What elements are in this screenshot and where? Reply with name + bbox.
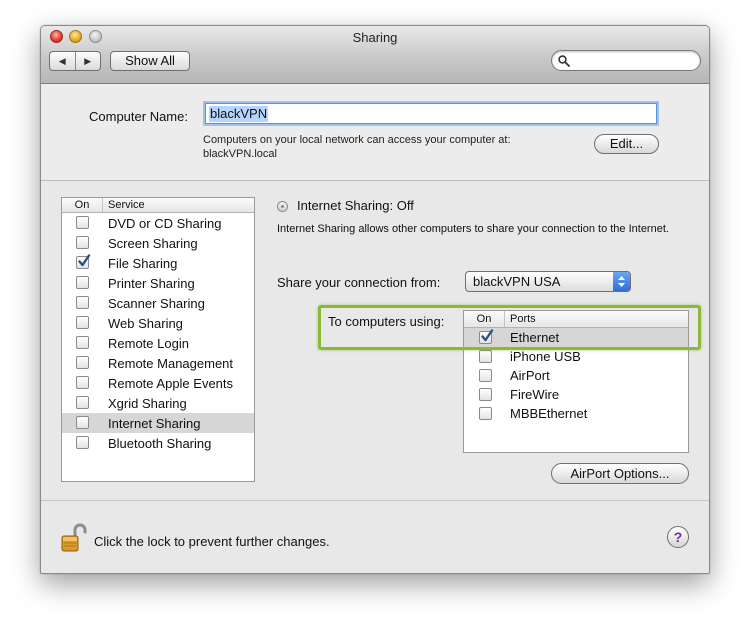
service-row[interactable]: File Sharing bbox=[62, 253, 254, 273]
port-label: AirPort bbox=[510, 368, 550, 383]
service-row[interactable]: Remote Apple Events bbox=[62, 373, 254, 393]
status-indicator-icon bbox=[277, 201, 288, 212]
service-row[interactable]: Remote Login bbox=[62, 333, 254, 353]
service-label: Internet Sharing bbox=[108, 416, 201, 431]
service-checkbox[interactable] bbox=[76, 376, 89, 389]
service-checkbox[interactable] bbox=[76, 236, 89, 249]
port-row[interactable]: FireWire bbox=[464, 385, 688, 404]
service-label: Remote Apple Events bbox=[108, 376, 234, 391]
service-checkbox[interactable] bbox=[76, 416, 89, 429]
forward-arrow-icon[interactable]: ▶ bbox=[76, 52, 101, 70]
titlebar: Sharing ◀ ▶ Show All bbox=[41, 26, 709, 84]
edit-button[interactable]: Edit... bbox=[594, 134, 659, 154]
service-label: Screen Sharing bbox=[108, 236, 198, 251]
header-service[interactable]: Service bbox=[108, 198, 145, 212]
back-forward-control: ◀ ▶ bbox=[49, 51, 101, 71]
service-list: On Service DVD or CD Sharing Screen Shari… bbox=[61, 197, 255, 482]
port-checkbox[interactable] bbox=[479, 350, 492, 363]
computer-name-value: blackVPN bbox=[209, 106, 269, 122]
share-from-value: blackVPN USA bbox=[473, 274, 561, 289]
port-label: FireWire bbox=[510, 387, 560, 402]
service-row[interactable]: Xgrid Sharing bbox=[62, 393, 254, 413]
computer-name-label: Computer Name: bbox=[89, 109, 188, 124]
computer-name-section: Computer Name: blackVPN Computers on you… bbox=[41, 84, 709, 181]
footer-divider bbox=[41, 500, 709, 501]
service-row[interactable]: Bluetooth Sharing bbox=[62, 433, 254, 453]
computer-name-description: Computers on your local network can acce… bbox=[203, 133, 563, 161]
computer-name-description-line1: Computers on your local network can acce… bbox=[203, 134, 511, 146]
service-label: Remote Login bbox=[108, 336, 189, 351]
port-label: iPhone USB bbox=[510, 349, 581, 364]
port-checkbox[interactable] bbox=[479, 369, 492, 382]
share-from-popup[interactable]: blackVPN USA bbox=[465, 271, 631, 292]
lock-icon[interactable] bbox=[60, 523, 88, 556]
service-checkbox[interactable] bbox=[76, 396, 89, 409]
service-checkbox[interactable] bbox=[76, 316, 89, 329]
service-checkbox[interactable] bbox=[76, 436, 89, 449]
service-label: File Sharing bbox=[108, 256, 178, 271]
port-label: MBBEthernet bbox=[510, 406, 588, 421]
internet-sharing-description: Internet Sharing allows other computers … bbox=[277, 223, 669, 235]
service-label: Scanner Sharing bbox=[108, 296, 205, 311]
back-arrow-icon[interactable]: ◀ bbox=[50, 52, 76, 70]
service-checkbox[interactable] bbox=[76, 336, 89, 349]
port-row[interactable]: MBBEthernet bbox=[464, 404, 688, 423]
service-label: Xgrid Sharing bbox=[108, 396, 187, 411]
service-checkbox[interactable] bbox=[76, 216, 89, 229]
service-checkbox[interactable] bbox=[76, 276, 89, 289]
search-input[interactable] bbox=[551, 50, 701, 71]
service-row[interactable]: Remote Management bbox=[62, 353, 254, 373]
to-computers-using-label: To computers using: bbox=[328, 314, 445, 329]
search-icon bbox=[558, 55, 570, 67]
service-row[interactable]: Screen Sharing bbox=[62, 233, 254, 253]
popup-arrows-icon bbox=[613, 272, 630, 291]
help-button[interactable]: ? bbox=[667, 526, 689, 548]
sharing-window: Sharing ◀ ▶ Show All Computer Name: blac… bbox=[40, 25, 710, 574]
service-checkbox[interactable] bbox=[76, 356, 89, 369]
port-row[interactable]: AirPort bbox=[464, 366, 688, 385]
service-row[interactable]: Scanner Sharing bbox=[62, 293, 254, 313]
service-row[interactable]: Printer Sharing bbox=[62, 273, 254, 293]
service-label: Web Sharing bbox=[108, 316, 183, 331]
lock-message: Click the lock to prevent further change… bbox=[94, 534, 330, 549]
service-label: Bluetooth Sharing bbox=[108, 436, 212, 451]
checkmark-icon bbox=[78, 254, 91, 267]
airport-options-button[interactable]: AirPort Options... bbox=[551, 463, 689, 484]
service-label: DVD or CD Sharing bbox=[108, 216, 222, 231]
service-checkbox[interactable] bbox=[76, 254, 91, 269]
service-row[interactable]: DVD or CD Sharing bbox=[62, 213, 254, 233]
computer-name-field[interactable]: blackVPN bbox=[205, 103, 657, 124]
internet-sharing-status: Internet Sharing: Off bbox=[297, 198, 414, 213]
local-hostname: blackVPN.local bbox=[203, 148, 277, 160]
service-row[interactable]: Web Sharing bbox=[62, 313, 254, 333]
port-checkbox[interactable] bbox=[479, 407, 492, 420]
show-all-button[interactable]: Show All bbox=[110, 51, 190, 71]
service-list-header: On Service bbox=[62, 198, 254, 213]
port-checkbox[interactable] bbox=[479, 388, 492, 401]
service-checkbox[interactable] bbox=[76, 296, 89, 309]
window-title: Sharing bbox=[352, 30, 398, 45]
header-on[interactable]: On bbox=[62, 198, 103, 212]
service-label: Printer Sharing bbox=[108, 276, 195, 291]
service-label: Remote Management bbox=[108, 356, 234, 371]
share-from-label: Share your connection from: bbox=[277, 275, 441, 290]
service-row[interactable]: Internet Sharing bbox=[62, 413, 254, 433]
